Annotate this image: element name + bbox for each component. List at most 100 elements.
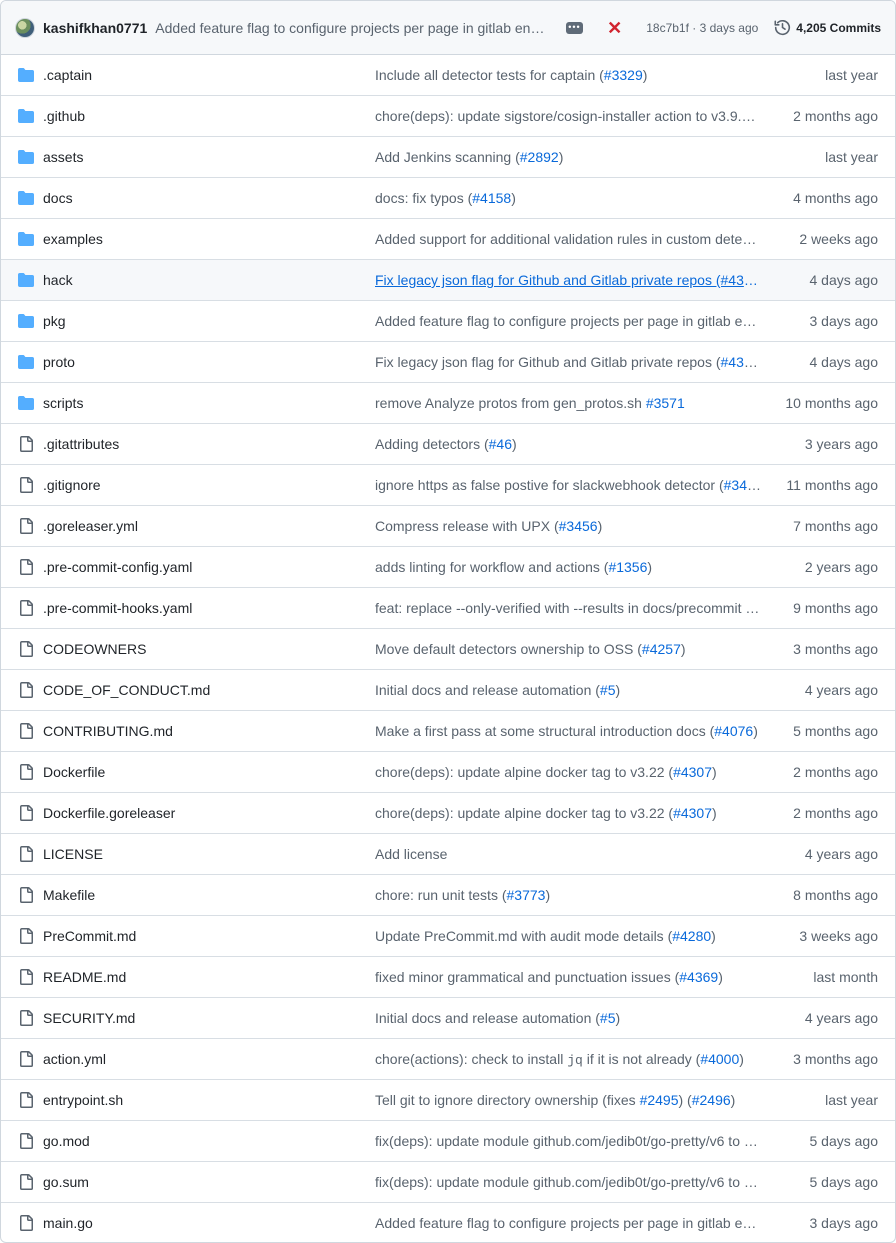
file-name-link[interactable]: .pre-commit-hooks.yaml	[43, 600, 192, 616]
file-name-link[interactable]: .captain	[43, 67, 92, 83]
pull-request-link[interactable]: #5	[600, 682, 616, 698]
file-row[interactable]: README.md fixed minor grammatical and pun…	[1, 957, 895, 998]
commit-age[interactable]: 2 months ago	[793, 764, 878, 780]
file-row[interactable]: CODEOWNERS Move default detectors ownersh…	[1, 629, 895, 670]
file-name-link[interactable]: Makefile	[43, 887, 95, 903]
commit-message-link[interactable]: chore(deps): update sigstore/cosign-inst…	[375, 108, 761, 124]
file-row[interactable]: .pre-commit-hooks.yaml feat: replace --on…	[1, 588, 895, 629]
commit-message-link[interactable]: Added support for additional validation …	[375, 231, 761, 247]
pull-request-link[interactable]: #5	[600, 1010, 616, 1026]
pull-request-link[interactable]: #2496	[692, 1092, 731, 1108]
commit-sha-time[interactable]: 18c7b1f · 3 days ago	[646, 21, 758, 35]
file-name-link[interactable]: CODEOWNERS	[43, 641, 146, 657]
commit-message-link[interactable]: Add Jenkins scanning (#2892)	[375, 149, 761, 165]
pull-request-link[interactable]: #4307	[673, 805, 712, 821]
commit-message-link[interactable]: chore(actions): check to install jq if i…	[375, 1051, 761, 1068]
file-row[interactable]: .gitignore ignore https as false postive …	[1, 465, 895, 506]
file-row[interactable]: entrypoint.sh Tell git to ignore director…	[1, 1080, 895, 1121]
file-name-link[interactable]: scripts	[43, 395, 83, 411]
commit-age[interactable]: 4 years ago	[805, 1010, 878, 1026]
pull-request-link[interactable]: #3432	[724, 477, 761, 493]
pull-request-link[interactable]: #46	[489, 436, 512, 452]
commit-age[interactable]: 4 years ago	[805, 682, 878, 698]
file-name-link[interactable]: .gitattributes	[43, 436, 119, 452]
commit-age[interactable]: 10 months ago	[785, 395, 878, 411]
file-name-link[interactable]: PreCommit.md	[43, 928, 136, 944]
pull-request-link[interactable]: #3456	[559, 518, 598, 534]
file-row[interactable]: LICENSE Add license 4 years ago	[1, 834, 895, 875]
commit-message-link[interactable]: Add license	[375, 846, 761, 862]
commit-message-link[interactable]: chore(deps): update alpine docker tag to…	[375, 805, 761, 821]
pull-request-link[interactable]: #2495	[640, 1092, 679, 1108]
file-name-link[interactable]: CONTRIBUTING.md	[43, 723, 173, 739]
file-name-link[interactable]: proto	[43, 354, 75, 370]
file-row[interactable]: pkg Added feature flag to configure proje…	[1, 301, 895, 342]
file-row[interactable]: assets Add Jenkins scanning (#2892) last y…	[1, 137, 895, 178]
commit-age[interactable]: 2 months ago	[793, 805, 878, 821]
commit-message-link[interactable]: Initial docs and release automation (#5)	[375, 1010, 761, 1026]
pull-request-link[interactable]: #3571	[646, 395, 685, 411]
commit-age[interactable]: 2 weeks ago	[799, 231, 878, 247]
commit-age[interactable]: 8 months ago	[793, 887, 878, 903]
commit-age[interactable]: 4 months ago	[793, 190, 878, 206]
commit-message-link[interactable]: Move default detectors ownership to OSS …	[375, 641, 761, 657]
commit-age[interactable]: 5 days ago	[810, 1174, 879, 1190]
file-row[interactable]: examples Added support for additional val…	[1, 219, 895, 260]
pull-request-link[interactable]: #3329	[604, 67, 643, 83]
commit-age[interactable]: 3 days ago	[810, 313, 879, 329]
commit-age[interactable]: 9 months ago	[793, 600, 878, 616]
commit-message-link[interactable]: Tell git to ignore directory ownership (…	[375, 1092, 761, 1108]
pull-request-link[interactable]: #4158	[472, 190, 511, 206]
file-row[interactable]: docs docs: fix typos (#4158) 4 months ago	[1, 178, 895, 219]
commit-message-link[interactable]: Added feature flag to configure projects…	[375, 313, 761, 329]
commit-message-link[interactable]: feat: replace --only-verified with --res…	[375, 600, 761, 616]
file-name-link[interactable]: examples	[43, 231, 103, 247]
file-row[interactable]: .github chore(deps): update sigstore/cosi…	[1, 96, 895, 137]
commit-message-link[interactable]: fixed minor grammatical and punctuation …	[375, 969, 761, 985]
file-name-link[interactable]: SECURITY.md	[43, 1010, 135, 1026]
pull-request-link[interactable]: #4280	[672, 928, 711, 944]
commit-message-link[interactable]: Added feature flag to configure projects…	[375, 1215, 761, 1231]
file-name-link[interactable]: go.sum	[43, 1174, 89, 1190]
file-name-link[interactable]: .goreleaser.yml	[43, 518, 138, 534]
pull-request-link[interactable]: #4257	[642, 641, 681, 657]
file-row[interactable]: go.mod fix(deps): update module github.co…	[1, 1121, 895, 1162]
commit-message-link[interactable]: Fix legacy json flag for Github and Gitl…	[375, 272, 761, 288]
file-name-link[interactable]: Dockerfile	[43, 764, 105, 780]
file-name-link[interactable]: go.mod	[43, 1133, 90, 1149]
commit-age[interactable]: last year	[825, 1092, 878, 1108]
commit-message-link[interactable]: fix(deps): update module github.com/jedi…	[375, 1174, 761, 1190]
commit-age[interactable]: 4 days ago	[810, 272, 879, 288]
commit-age[interactable]: last year	[825, 67, 878, 83]
commit-age[interactable]: last year	[825, 149, 878, 165]
pull-request-link[interactable]: #4000	[700, 1051, 739, 1067]
pull-request-link[interactable]: #2892	[520, 149, 559, 165]
commit-age[interactable]: 7 months ago	[793, 518, 878, 534]
file-name-link[interactable]: README.md	[43, 969, 126, 985]
file-row[interactable]: .goreleaser.yml Compress release with UPX…	[1, 506, 895, 547]
commit-age[interactable]: 4 days ago	[810, 354, 879, 370]
file-name-link[interactable]: action.yml	[43, 1051, 106, 1067]
file-name-link[interactable]: CODE_OF_CONDUCT.md	[43, 682, 210, 698]
commit-age[interactable]: 11 months ago	[786, 477, 878, 493]
commit-age[interactable]: last month	[813, 969, 878, 985]
commit-message-link[interactable]: Include all detector tests for captain (…	[375, 67, 761, 83]
commit-message-link[interactable]: remove Analyze protos from gen_protos.sh…	[375, 395, 761, 411]
pull-request-link[interactable]: #4380	[721, 354, 760, 370]
file-name-link[interactable]: hack	[43, 272, 73, 288]
file-name-link[interactable]: Dockerfile.goreleaser	[43, 805, 175, 821]
file-row[interactable]: .captain Include all detector tests for c…	[1, 55, 895, 96]
pull-request-link[interactable]: #4369	[679, 969, 718, 985]
commit-message-link[interactable]: Initial docs and release automation (#5)	[375, 682, 761, 698]
commit-message-link[interactable]: Compress release with UPX (#3456)	[375, 518, 761, 534]
file-name-link[interactable]: .gitignore	[43, 477, 101, 493]
x-icon[interactable]: ✕	[607, 19, 622, 37]
commit-author[interactable]: kashifkhan0771	[43, 20, 147, 36]
file-row[interactable]: go.sum fix(deps): update module github.co…	[1, 1162, 895, 1203]
file-row[interactable]: action.yml chore(actions): check to insta…	[1, 1039, 895, 1080]
commit-message-link[interactable]: Adding detectors (#46)	[375, 436, 761, 452]
file-name-link[interactable]: pkg	[43, 313, 66, 329]
file-row[interactable]: .gitattributes Adding detectors (#46) 3 ye…	[1, 424, 895, 465]
commit-age[interactable]: 5 days ago	[810, 1133, 879, 1149]
file-name-link[interactable]: main.go	[43, 1215, 93, 1231]
